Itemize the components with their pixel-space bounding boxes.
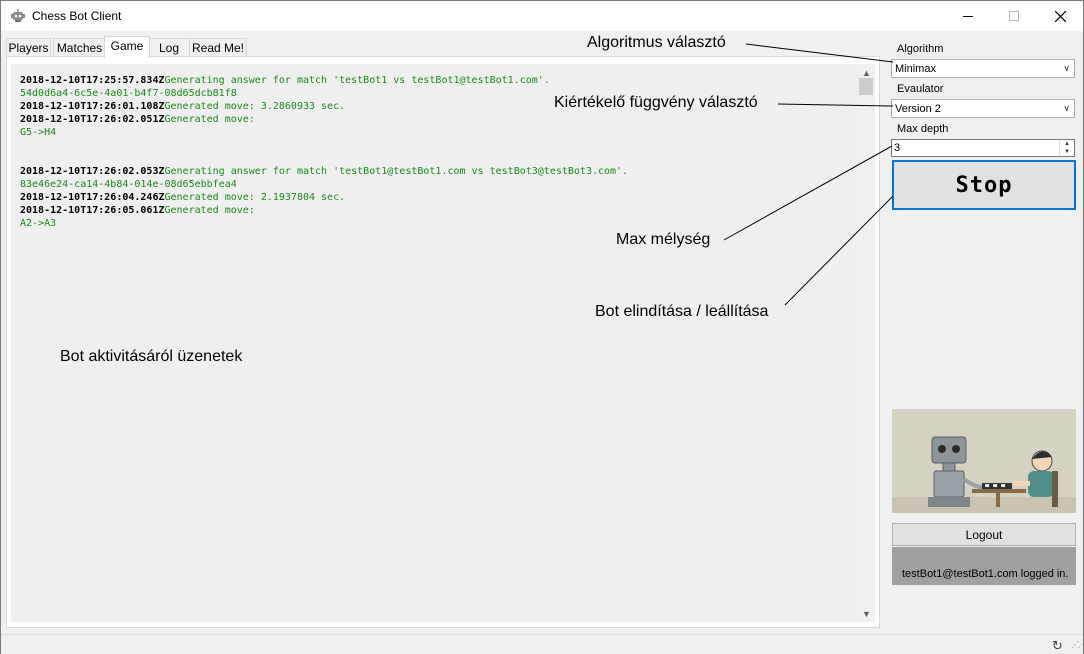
login-status-panel: testBot1@testBot1.com logged in. — [892, 547, 1076, 585]
log-line: 2018-12-10T17:26:02.053ZGenerating answe… — [20, 166, 629, 177]
tab-label: Game — [110, 39, 144, 53]
scroll-thumb[interactable] — [859, 78, 873, 95]
annotation-messages: Bot aktivitásáról üzenetek — [60, 348, 243, 365]
evaluator-value: Version 2 — [895, 103, 941, 115]
tab-log[interactable]: Log — [148, 38, 190, 57]
stop-button[interactable]: Stop — [892, 160, 1076, 210]
algorithm-value: Minimax — [895, 63, 936, 75]
max-depth-label: Max depth — [897, 123, 949, 135]
log-line: 2018-12-10T17:26:01.108ZGenerated move: … — [20, 101, 346, 112]
evaluator-label: Evaulator — [897, 83, 944, 95]
log-scrollbar[interactable]: ▲ ▼ — [858, 64, 875, 622]
main-window: Chess Bot Client Players Matches Game Lo… — [0, 0, 1084, 654]
close-button[interactable] — [1037, 1, 1083, 31]
tab-label: Matches — [56, 41, 103, 55]
increment-icon[interactable]: ▲ — [1060, 140, 1074, 148]
tab-label: Players — [8, 41, 49, 55]
chess-illustration — [892, 409, 1076, 513]
chevron-down-icon: ∨ — [1063, 63, 1070, 73]
log-line: 2018-12-10T17:26:05.061ZGenerated move: — [20, 205, 255, 216]
annotation-start-stop: Bot elindítása / leállítása — [595, 303, 769, 320]
log-line: 83e46e24-ca14-4b84-014e-08d65ebbfea4 — [20, 179, 237, 190]
algorithm-label: Algorithm — [897, 43, 944, 55]
algorithm-select[interactable]: Minimax ∨ — [891, 59, 1075, 78]
log-line: 2018-12-10T17:26:02.051ZGenerated move: — [20, 114, 255, 125]
logout-button[interactable]: Logout — [892, 523, 1076, 546]
log-line: 2018-12-10T17:25:57.834ZGenerating answe… — [20, 75, 550, 86]
tab-label: Log — [158, 41, 180, 55]
activity-log[interactable]: 2018-12-10T17:25:57.834ZGenerating answe… — [11, 64, 859, 622]
tab-matches[interactable]: Matches — [53, 38, 106, 57]
scroll-down-icon[interactable]: ▼ — [858, 605, 875, 622]
max-depth-value: 3 — [894, 142, 901, 154]
status-bar: ↻ ⋰⋰ — [1, 634, 1084, 654]
robot-icon — [11, 9, 25, 22]
stepper-buttons: ▲ ▼ — [1059, 140, 1074, 156]
minimize-icon — [963, 16, 973, 17]
decrement-icon[interactable]: ▼ — [1060, 148, 1074, 156]
title-bar: Chess Bot Client — [1, 1, 1083, 31]
chevron-down-icon: ∨ — [1063, 103, 1070, 113]
annotation-evaluator: Kiértékelő függvény választó — [554, 94, 758, 111]
log-line: 54d0d6a4-6c5e-4a01-b4f7-08d65dcb81f8 — [20, 88, 237, 99]
tab-game[interactable]: Game — [104, 36, 150, 58]
evaluator-select[interactable]: Version 2 ∨ — [891, 99, 1075, 118]
login-status: testBot1@testBot1.com logged in. — [902, 568, 1069, 580]
log-line: 2018-12-10T17:26:04.246ZGenerated move: … — [20, 192, 346, 203]
annotation-max-depth: Max mélység — [616, 231, 711, 248]
tab-players[interactable]: Players — [6, 38, 51, 57]
resize-grip-icon[interactable]: ⋰⋰ — [1071, 640, 1084, 649]
max-depth-stepper[interactable]: 3 ▲ ▼ — [891, 139, 1075, 157]
window-title: Chess Bot Client — [32, 9, 122, 23]
tab-label: Read Me! — [191, 41, 245, 55]
maximize-icon — [1009, 11, 1019, 21]
maximize-button[interactable] — [991, 1, 1037, 31]
tab-read-me[interactable]: Read Me! — [189, 38, 247, 57]
refresh-icon[interactable]: ↻ — [1052, 638, 1063, 654]
minimize-button[interactable] — [945, 1, 991, 31]
log-line: A2->A3 — [20, 218, 57, 229]
annotation-algorithm: Algoritmus választó — [587, 34, 726, 51]
close-icon — [1054, 10, 1066, 22]
log-line: G5->H4 — [20, 127, 57, 138]
